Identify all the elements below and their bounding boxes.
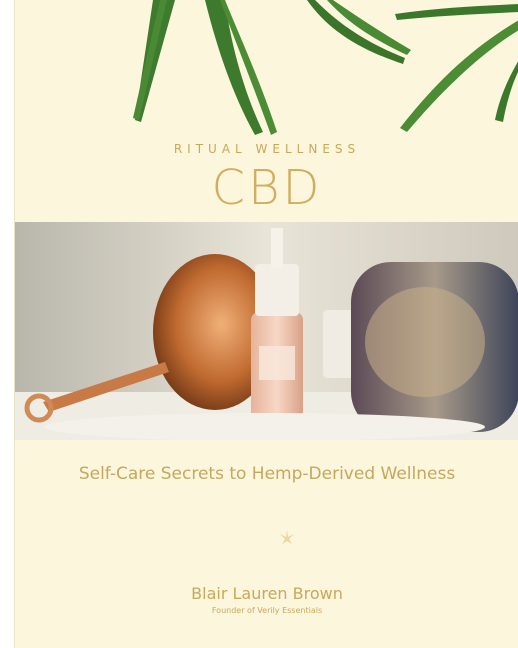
- book-title: CBD: [211, 160, 323, 216]
- hemp-leaf-icon: [307, 0, 411, 64]
- book-subtitle: Self-Care Secrets to Hemp-Derived Wellne…: [78, 464, 456, 484]
- author-name: Blair Lauren Brown: [191, 584, 343, 603]
- hemp-leaf-icon: [205, 0, 277, 135]
- series-kicker: RITUAL WELLNESS: [173, 142, 361, 156]
- hemp-leaves-illustration: [133, 0, 518, 135]
- author-role: Founder of Verily Essentials: [211, 606, 323, 615]
- hemp-leaf-icon: [133, 0, 175, 122]
- leaf-ornament-icon: [280, 530, 294, 544]
- cover-photo: [15, 222, 518, 440]
- book-cover: RITUAL WELLNESS CBD Self-Care Secrets to…: [14, 0, 518, 648]
- hemp-leaf-icon: [395, 4, 518, 132]
